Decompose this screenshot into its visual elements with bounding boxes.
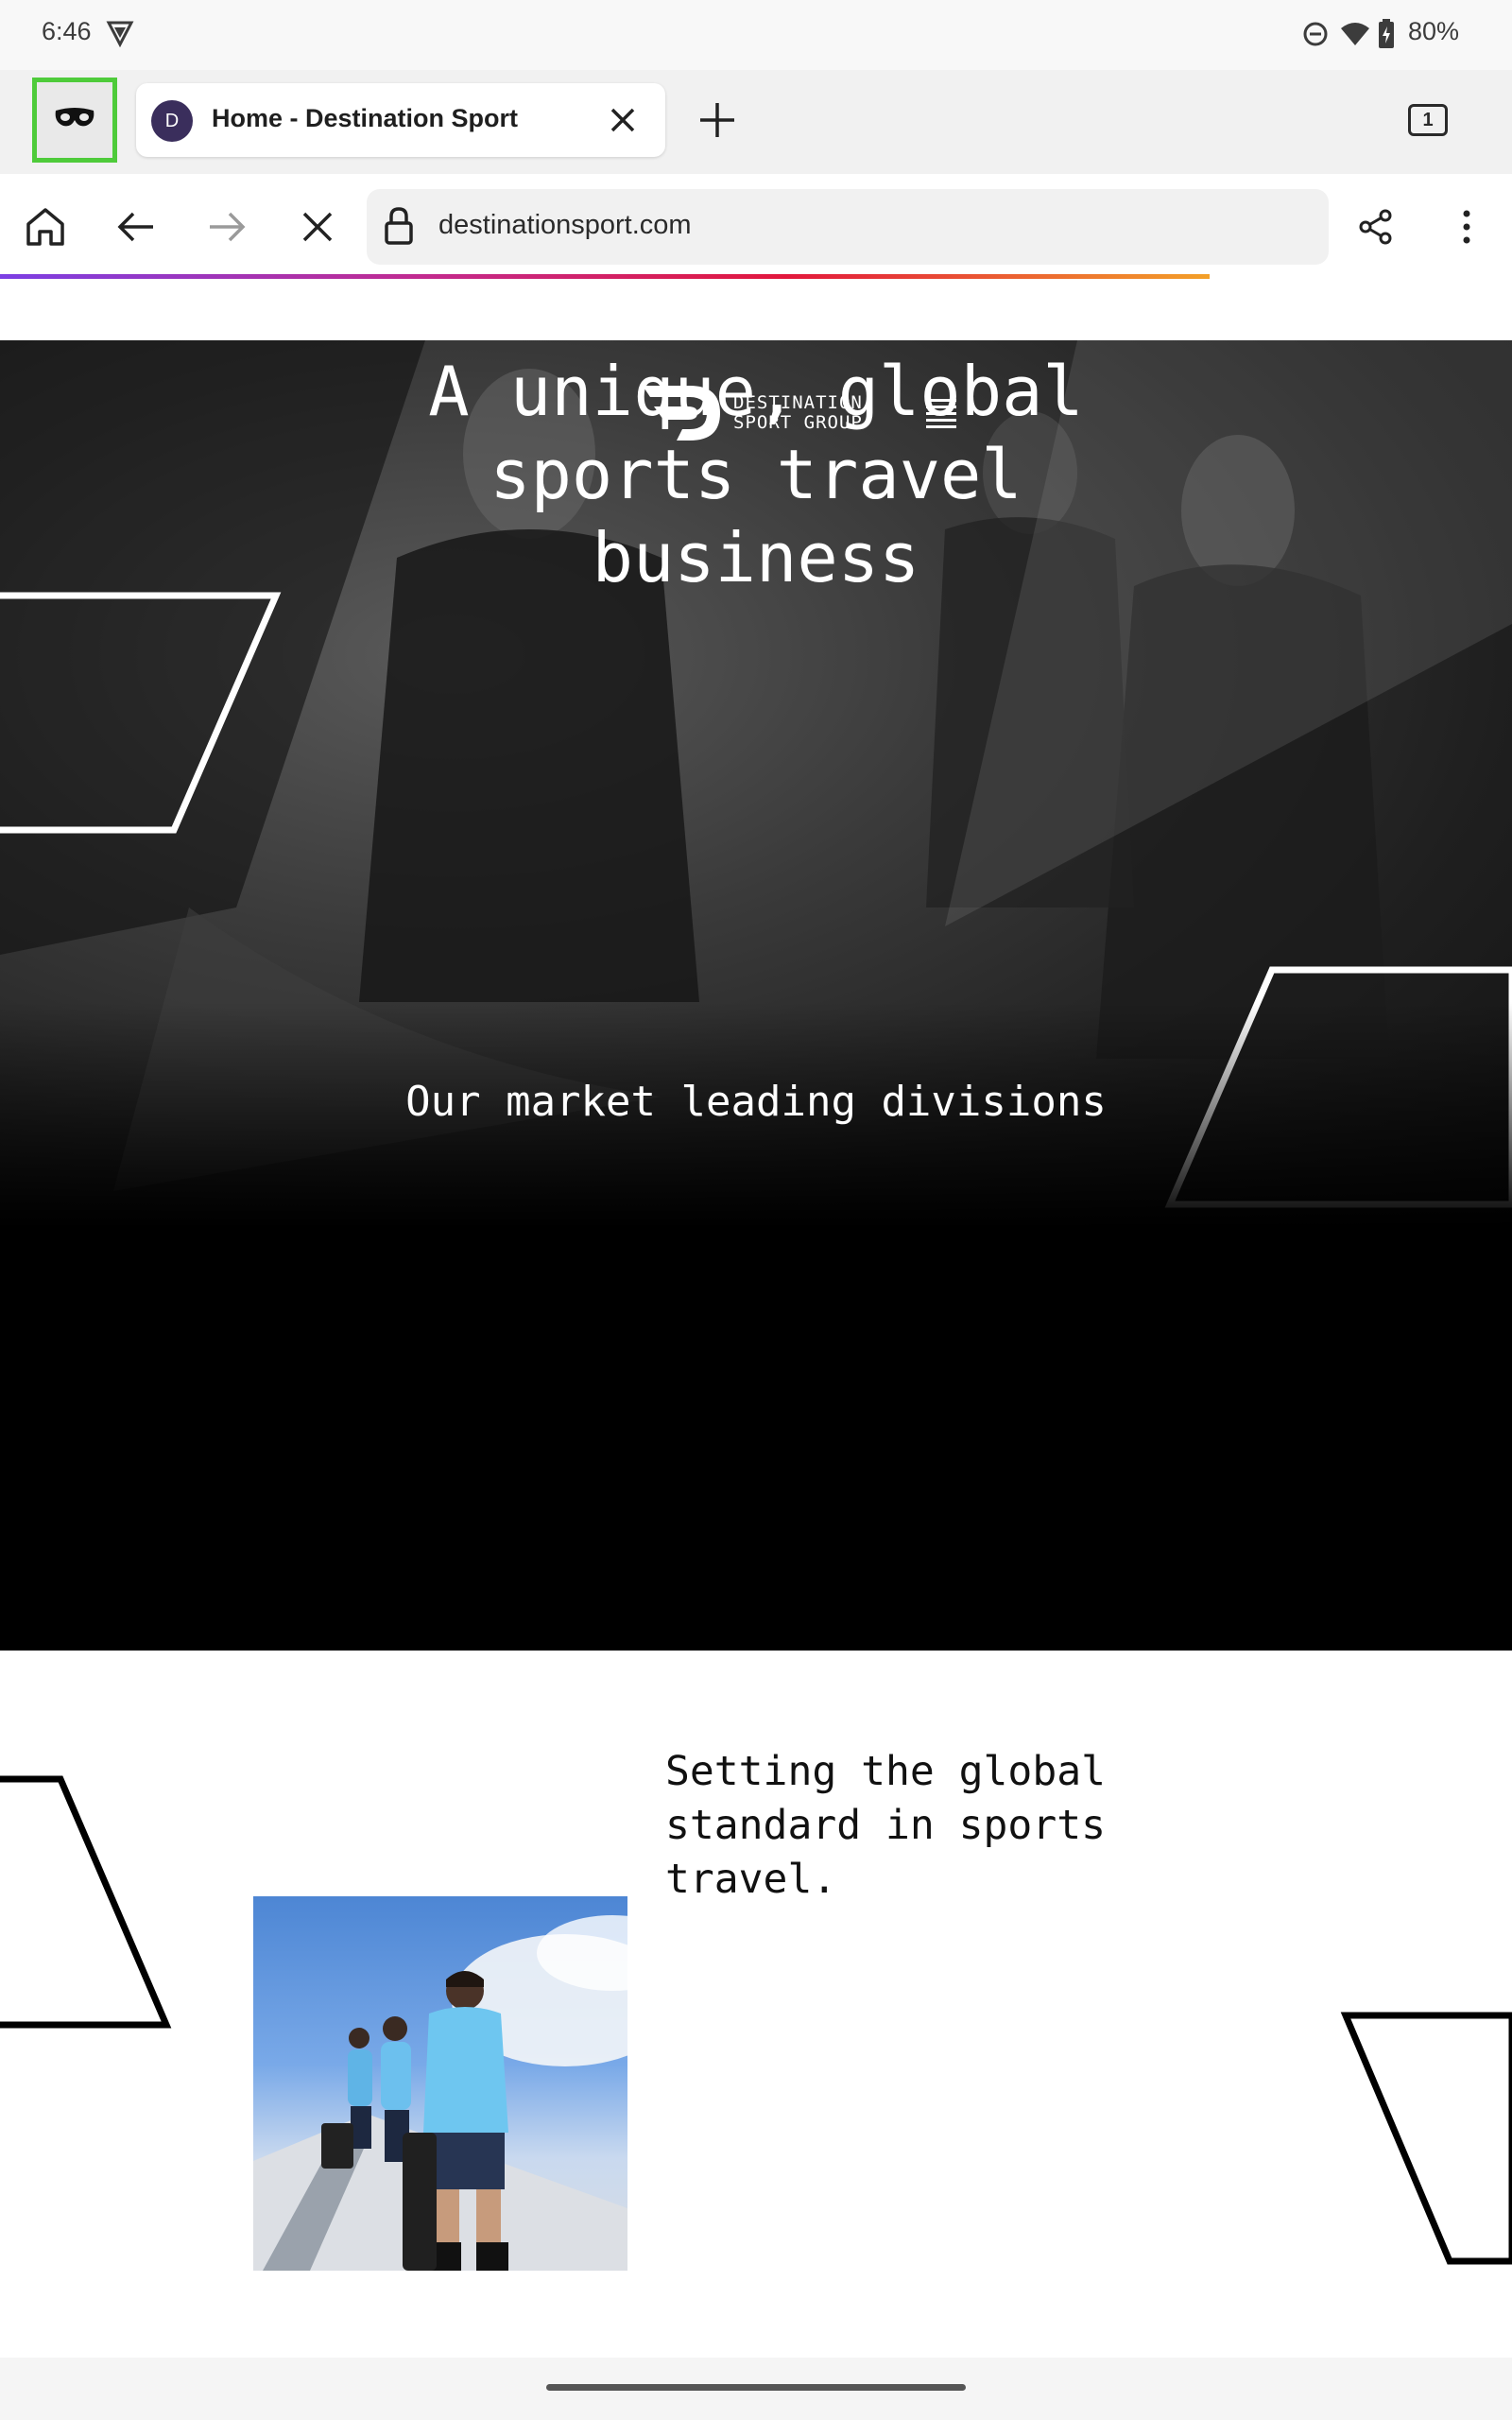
- url-bar[interactable]: destinationsport.com: [367, 189, 1329, 265]
- battery-percent: 80%: [1407, 17, 1459, 45]
- gesture-handle[interactable]: [546, 2384, 966, 2391]
- players-deplaning-photo: [253, 1896, 627, 2271]
- section-heading-line-2: standard in sports: [665, 1802, 1106, 1849]
- back-button[interactable]: [108, 200, 164, 253]
- forward-button[interactable]: [198, 200, 255, 253]
- wifi-icon: [1340, 21, 1370, 52]
- lock-icon: [384, 206, 414, 251]
- overflow-menu-icon: [1463, 210, 1470, 244]
- new-tab-button[interactable]: [690, 93, 745, 147]
- close-tab-button[interactable]: [599, 96, 646, 144]
- tab-active[interactable]: D Home - Destination Sport: [136, 83, 665, 157]
- overflow-menu-button[interactable]: [1438, 200, 1495, 253]
- divisions-heading: Our market leading divisions: [405, 1078, 1107, 1126]
- stop-loading-button[interactable]: [289, 200, 346, 253]
- home-button[interactable]: [17, 200, 74, 253]
- home-icon: [26, 208, 64, 246]
- status-bar: 6:46 80%: [0, 0, 1512, 70]
- page-load-progress: [0, 274, 1210, 279]
- battery-icon: [1378, 19, 1395, 54]
- hero-heading: A unique, global sports travel business: [378, 350, 1134, 599]
- plus-icon: [700, 103, 734, 137]
- tabs-counter-icon[interactable]: 1: [1408, 104, 1448, 136]
- dnd-icon: [1302, 21, 1329, 52]
- hero-heading-line-1: A unique, global: [428, 352, 1084, 431]
- forward-icon: [210, 212, 246, 242]
- hero-heading-line-2: sports travel: [490, 435, 1022, 514]
- status-time: 6:46: [42, 17, 92, 45]
- tab-title: Home - Destination Sport: [212, 104, 519, 132]
- close-icon: [610, 108, 635, 132]
- url-text: destinationsport.com: [438, 210, 692, 240]
- section-heading-line-1: Setting the global: [665, 1748, 1106, 1795]
- back-icon: [117, 212, 153, 242]
- hero-heading-line-3: business: [592, 518, 920, 597]
- section-heading: Setting the global standard in sports tr…: [665, 1745, 1194, 1907]
- private-mode-button[interactable]: [32, 78, 117, 163]
- vpn-icon: [106, 19, 134, 52]
- private-mask-icon: [54, 107, 95, 134]
- share-icon: [1359, 209, 1392, 245]
- stop-icon: [302, 212, 333, 242]
- hero-fade: [0, 1002, 1512, 1286]
- share-button[interactable]: [1348, 200, 1404, 253]
- section-heading-line-3: travel.: [665, 1856, 837, 1903]
- tab-favicon: D: [151, 100, 193, 142]
